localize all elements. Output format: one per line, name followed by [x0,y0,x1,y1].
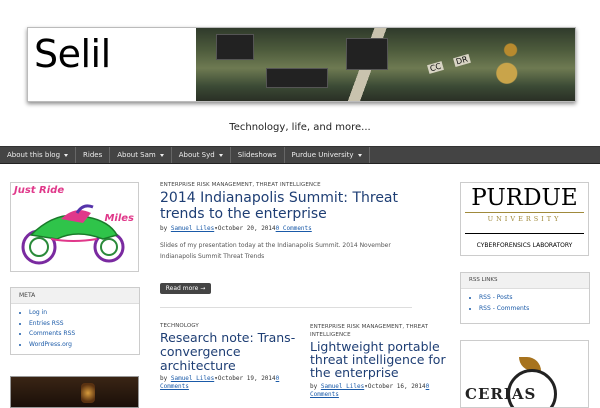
cerias-logo[interactable]: CERIAS [460,340,589,408]
comments-link[interactable]: 0 [426,383,430,390]
by-text: by [310,383,318,390]
rss-link-posts[interactable]: RSS - Posts [479,293,589,304]
purdue-cyberforensics-logo[interactable]: PURDUE UNIVERSITY CYBERFORENSICS LABORAT… [460,182,589,256]
post-categories[interactable]: ENTERPRISE RISK MANAGEMENT, THREAT INTEL… [160,182,321,188]
nav-item-about-this-blog[interactable]: About this blog [0,147,77,163]
main-nav: About this blog Rides About Sam About Sy… [0,146,600,164]
post-title-line[interactable]: trends to the enterprise [160,206,420,222]
logo-rule [465,233,584,234]
post-title-line[interactable]: convergence [160,345,300,359]
nav-label: Slideshows [237,151,277,159]
nav-label: Rides [83,151,103,159]
site-title[interactable]: Selil [34,32,111,76]
post-date: October 20, 2014 [217,225,276,232]
link-text[interactable]: RSS - Comments [479,305,529,312]
just-ride-badge[interactable]: Just Ride Miles [10,182,139,272]
photo-chip [216,34,254,60]
meta-link-comments-rss[interactable]: Comments RSS [29,329,139,340]
nav-item-slideshows[interactable]: Slideshows [231,147,285,163]
post-title-line[interactable]: architecture [160,359,300,373]
lab-text: CYBERFORENSICS LABORATORY [476,242,573,249]
link-text[interactable]: Comments RSS [29,330,75,337]
post-title-line[interactable]: the enterprise [310,366,450,379]
nav-item-about-sam[interactable]: About Sam [110,147,172,163]
post-title-line[interactable]: 2014 Indianapolis Summit: Threat [160,190,420,206]
photo-chip [266,68,328,88]
meta-link-wordpress-org[interactable]: WordPress.org [29,340,139,351]
comments-link[interactable]: Comments [160,383,189,390]
author-link[interactable]: Samuel Liles [171,225,214,232]
link-text[interactable]: Entries RSS [29,320,64,327]
just-ride-text: Just Ride [14,185,65,196]
comments-link[interactable]: 0 [276,375,280,382]
sidebar-photo[interactable] [10,376,139,408]
logo-rule [465,212,584,213]
category-line[interactable]: INTELLIGENCE [310,331,428,339]
post-title[interactable]: 2014 Indianapolis Summit: Threat trends … [160,190,420,222]
header-circuit-photo: CC DR [196,28,575,101]
nav-item-purdue-university[interactable]: Purdue University [285,147,370,163]
rss-widget-title: RSS LINKS [461,273,589,289]
read-more-button[interactable]: Read more → [160,283,211,294]
link-text[interactable]: Log in [29,309,47,316]
post-byline: by Samuel Liles▾October 20, 20140 Commen… [160,225,312,232]
nav-label: About this blog [7,151,61,159]
photo-label: CC [427,61,445,74]
post-categories[interactable]: ENTERPRISE RISK MANAGEMENT, THREAT INTEL… [310,323,428,339]
nav-label: Purdue University [291,151,354,159]
nav-item-about-syd[interactable]: About Syd [172,147,231,163]
author-link[interactable]: Samuel Liles [321,383,364,390]
by-text: by [160,375,168,382]
header-banner[interactable]: Selil CC DR [27,27,576,102]
nav-label: About Sam [117,151,156,159]
motorcycle-illustration [21,204,125,265]
comments-link[interactable]: 0 Comments [276,225,312,232]
link-text[interactable]: WordPress.org [29,341,72,348]
purdue-wordmark: PURDUE [471,185,578,211]
site-tagline: Technology, life, and more... [229,122,371,133]
caret-down-icon [357,153,362,157]
post-excerpt: Slides of my presentation today at the I… [160,242,391,260]
nav-label: About Syd [178,151,215,159]
post-categories[interactable]: TECHNOLOGY [160,323,199,329]
rss-links: RSS - Posts RSS - Comments [461,293,589,314]
post-title-line[interactable]: Research note: Trans- [160,331,300,345]
comments-link[interactable]: Comments [310,391,339,398]
by-text: by [160,225,168,232]
post-title[interactable]: Lightweight portable threat intelligence… [310,340,450,379]
rss-link-comments[interactable]: RSS - Comments [479,304,589,315]
cerias-wordmark: CERIAS [465,385,537,403]
caret-down-icon [218,153,223,157]
category-line[interactable]: ENTERPRISE RISK MANAGEMENT, THREAT [310,323,428,331]
post-title[interactable]: Research note: Trans- convergence archit… [160,331,300,373]
nav-item-rides[interactable]: Rides [76,147,111,163]
rss-links-widget: RSS LINKS RSS - Posts RSS - Comments [460,272,590,324]
caret-down-icon [64,153,69,157]
post-byline: by Samuel Liles▾October 19, 20140 Commen… [160,375,280,390]
author-link[interactable]: Samuel Liles [171,375,214,382]
meta-link-entries-rss[interactable]: Entries RSS [29,319,139,330]
caret-down-icon [159,153,164,157]
post-date: October 19, 2014 [217,375,276,382]
meta-widget-title: META [11,288,139,304]
photo-label: DR [453,54,471,67]
meta-links: Log in Entries RSS Comments RSS WordPres… [11,308,139,350]
link-text[interactable]: RSS - Posts [479,294,512,301]
post-date: October 16, 2014 [367,383,426,390]
meta-link-log-in[interactable]: Log in [29,308,139,319]
meta-widget: META Log in Entries RSS Comments RSS Wor… [10,287,140,355]
photo-chip [346,38,388,70]
post-divider [160,307,412,308]
post-byline: by Samuel Liles▾October 16, 20140 Commen… [310,383,430,398]
university-text: UNIVERSITY [487,215,562,223]
